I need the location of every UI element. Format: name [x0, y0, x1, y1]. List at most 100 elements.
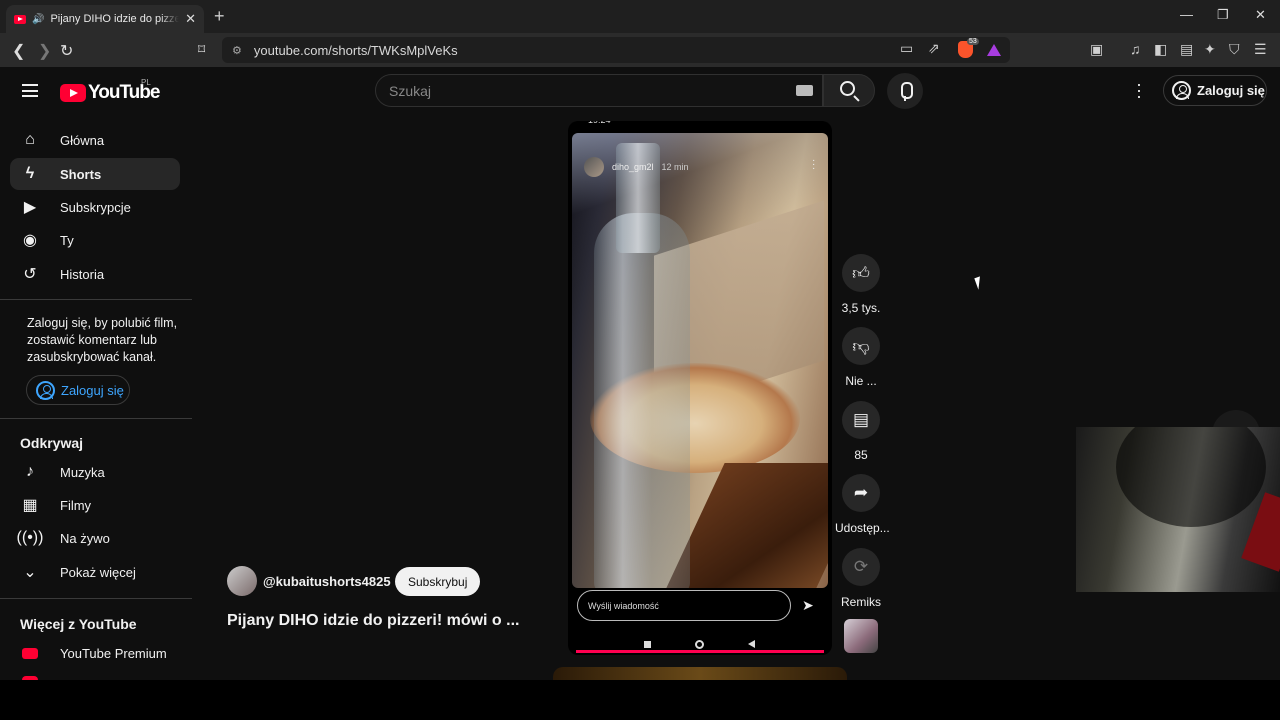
thumbs-up-icon[interactable]: 👍︎ [842, 254, 880, 292]
leo-ai-icon[interactable]: ✦ [1204, 41, 1216, 58]
browser-tab[interactable]: 🔊 Pijany DIHO idzie do pizzeri! mówi o ✕ [6, 5, 204, 33]
subscriptions-icon: ▶ [23, 199, 37, 216]
close-window-icon[interactable]: ✕ [1255, 7, 1266, 23]
channel-avatar[interactable] [227, 566, 257, 596]
address-bar[interactable]: ⚙ youtube.com/shorts/TWKsMplVeKs [222, 37, 1010, 63]
story-time: 12 min [661, 162, 689, 172]
keyboard-icon[interactable] [796, 85, 813, 96]
you-icon: ◉ [23, 232, 37, 249]
dislike-button[interactable]: 👎︎ Nie ... [835, 327, 887, 388]
close-tab-icon[interactable]: ✕ [185, 11, 196, 27]
chevron-down-icon: ⌄ [23, 564, 37, 581]
browser-tabbar: 🔊 Pijany DIHO idzie do pizzeri! mówi o ✕… [0, 0, 1280, 33]
live-icon: ((•)) [16, 529, 44, 546]
url-text: youtube.com/shorts/TWKsMplVeKs [253, 42, 458, 58]
taskbar-area [0, 680, 1280, 720]
sidebar-item-music[interactable]: ♪ Muzyka [10, 456, 180, 488]
sidebar-item-label: Shorts [60, 166, 102, 182]
story-more-icon: · · · [812, 155, 816, 174]
speaker-icon[interactable]: 🔊 [32, 14, 44, 25]
reload-icon[interactable]: ↻ [60, 41, 73, 61]
home-button-icon [695, 640, 704, 649]
share-icon[interactable]: ➦ [842, 474, 880, 512]
cast-icon[interactable]: ▭ [900, 40, 913, 57]
sidebar-item-youtube-premium[interactable]: YouTube Premium [10, 637, 180, 669]
sidebar-item-label: Subskrypcje [60, 199, 131, 215]
sidebar-item-you[interactable]: ◉ Ty [10, 224, 180, 256]
maximize-icon[interactable]: ❐ [1217, 7, 1229, 23]
webcam-shadow [1116, 427, 1266, 527]
story-reply-placeholder: Wyślij wiadomość [588, 600, 659, 611]
account-icon [36, 380, 55, 400]
brave-rewards-icon[interactable] [987, 44, 1001, 56]
tab-title: Pijany DIHO idzie do pizzeri! mówi o [50, 13, 180, 25]
new-tab-icon[interactable]: + [214, 6, 225, 27]
sidebar-item-home[interactable]: ⌂ Główna [10, 124, 180, 156]
sidebar-item-shorts[interactable]: ϟ Shorts [10, 158, 180, 190]
signin-label: Zaloguj się [61, 382, 124, 398]
signin-promo-text: Zaloguj się, by polubić film, zostawić k… [27, 316, 178, 364]
subscribe-button[interactable]: Subskrybuj [395, 567, 481, 596]
browser-menu-icon[interactable]: ☰ [1254, 41, 1267, 58]
brave-shields-count: 53 [967, 38, 979, 45]
remix-label: Remiks [840, 595, 881, 609]
recents-icon [644, 641, 651, 648]
sidebar-signin-button[interactable]: Zaloguj się [26, 375, 130, 405]
site-settings-icon[interactable]: ⚙ [232, 44, 242, 57]
guide-menu-icon[interactable] [22, 84, 38, 97]
next-short-preview[interactable] [553, 667, 847, 681]
voice-search-icon[interactable] [887, 73, 923, 109]
thumbs-down-icon[interactable]: 👎︎ [842, 327, 880, 365]
story-avatar [584, 157, 604, 177]
bookmark-icon[interactable]: ⌑ [198, 41, 205, 58]
remix-button[interactable]: ⟳ Remiks [835, 548, 887, 609]
search-input[interactable]: Szukaj [375, 74, 823, 107]
screenshot-icon[interactable]: ▣ [1090, 41, 1103, 58]
sidebar-toggle-icon[interactable]: ◧ [1154, 41, 1167, 58]
region-code: PL [141, 78, 151, 87]
screen: 🔊 Pijany DIHO idzie do pizzeri! mówi o ✕… [0, 0, 1280, 720]
sidebar-item-history[interactable]: ↺ Historia [10, 258, 180, 290]
back-button-icon [748, 640, 755, 648]
comments-count: 85 [854, 448, 868, 462]
vpn-icon[interactable]: ⛉ [1229, 41, 1240, 58]
phone-status-bar: 19:24 [588, 121, 611, 125]
account-icon [1172, 81, 1191, 100]
sound-thumbnail[interactable] [844, 619, 878, 653]
wallet-icon[interactable]: ▤ [1180, 41, 1193, 58]
youtube-favicon-icon [14, 14, 26, 24]
minimize-icon[interactable]: — [1180, 7, 1193, 22]
youtube-premium-icon [20, 643, 40, 663]
sidebar-item-label: Muzyka [60, 464, 105, 480]
remix-icon[interactable]: ⟳ [842, 548, 880, 586]
sidebar-item-show-more[interactable]: ⌄ Pokaż więcej [10, 556, 180, 588]
story-user: diho_gm2l 12 min [584, 157, 689, 177]
more-from-youtube-heading: Więcej z YouTube [20, 616, 137, 632]
settings-more-icon[interactable]: · · · [1132, 75, 1146, 105]
shorts-icon: ϟ [25, 165, 35, 182]
comment-icon[interactable]: ▤ [842, 401, 880, 439]
media-icon[interactable]: ♫ [1130, 41, 1141, 57]
sidebar-item-live[interactable]: ((•)) Na żywo [10, 522, 180, 554]
video-progress-bar[interactable] [576, 650, 824, 653]
search-icon[interactable] [840, 81, 855, 96]
share-page-icon[interactable]: ⇗ [928, 40, 940, 57]
comments-button[interactable]: ▤ 85 [835, 401, 887, 462]
sidebar-item-label: Pokaż więcej [60, 564, 136, 580]
share-button[interactable]: ➦ Udostęp... [835, 474, 890, 535]
sidebar-divider [0, 418, 192, 419]
sidebar-item-label: Ty [60, 232, 74, 248]
story-username: diho_gm2l [612, 162, 654, 172]
like-button[interactable]: 👍︎ 3,5 tys. [835, 254, 887, 315]
shorts-video-player[interactable]: 19:24 diho_gm2l 12 min ··· Wyślij wiadom… [568, 121, 832, 655]
film-icon: ▦ [22, 497, 38, 514]
channel-name[interactable]: @kubaitushorts4825 [263, 574, 391, 589]
send-icon: ➤ [802, 597, 814, 613]
sidebar-item-films[interactable]: ▦ Filmy [10, 489, 180, 521]
history-icon: ↺ [23, 266, 37, 283]
forward-icon[interactable]: ❯ [38, 41, 51, 61]
sidebar-item-subscriptions[interactable]: ▶ Subskrypcje [10, 191, 180, 223]
back-icon[interactable]: ❮ [12, 41, 25, 61]
short-title[interactable]: Pijany DIHO idzie do pizzeri! mówi o ... [227, 612, 519, 630]
signin-button[interactable]: Zaloguj się [1163, 75, 1267, 106]
